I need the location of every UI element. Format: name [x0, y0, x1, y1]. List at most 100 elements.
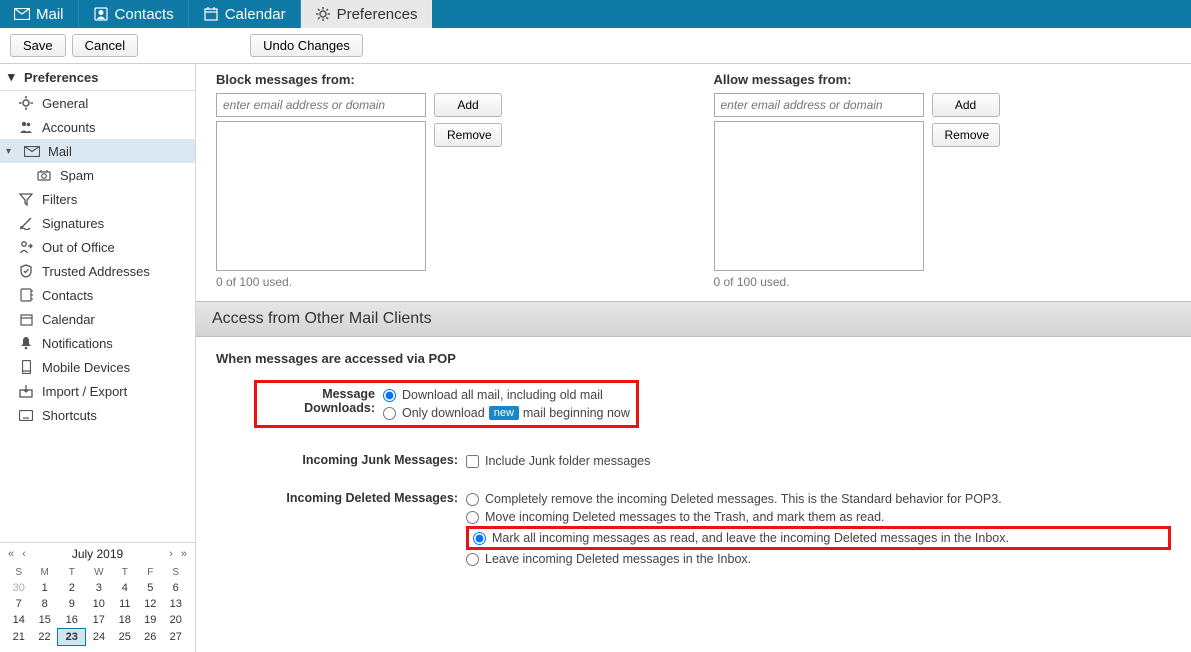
junk-checkbox[interactable]: [466, 455, 479, 468]
tab-calendar-label: Calendar: [225, 6, 286, 23]
new-badge: new: [489, 406, 519, 420]
cal-day[interactable]: 15: [31, 612, 58, 629]
cal-day[interactable]: 21: [6, 629, 31, 646]
allow-remove-button[interactable]: Remove: [932, 123, 1000, 147]
deleted-radio-mark-read[interactable]: [473, 532, 486, 545]
sidebar-item-import[interactable]: Import / Export: [0, 379, 195, 403]
sidebar-item-label: Trusted Addresses: [42, 264, 150, 279]
sidebar-item-accounts[interactable]: Accounts: [0, 115, 195, 139]
block-address-list[interactable]: [216, 121, 426, 271]
import-icon: [18, 383, 34, 399]
junk-opt[interactable]: Include Junk folder messages: [466, 452, 1171, 470]
cal-day[interactable]: 12: [138, 596, 163, 612]
cal-day[interactable]: 5: [138, 580, 163, 596]
cal-day[interactable]: 10: [86, 596, 113, 612]
sidebar-item-label: Mobile Devices: [42, 360, 130, 375]
cal-prev-year[interactable]: «: [6, 548, 16, 560]
preferences-tree-header[interactable]: ▾ Preferences: [0, 64, 195, 91]
sidebar-item-mail[interactable]: ▾Mail: [0, 139, 195, 163]
downloads-radio-all[interactable]: [383, 389, 396, 402]
allow-add-button[interactable]: Add: [932, 93, 1000, 117]
sidebar-item-calendar[interactable]: Calendar: [0, 307, 195, 331]
cal-next-year[interactable]: »: [179, 548, 189, 560]
signatures-icon: [18, 215, 34, 231]
sidebar-item-shortcuts[interactable]: Shortcuts: [0, 403, 195, 427]
cal-next-month[interactable]: ›: [167, 548, 175, 560]
spam-icon: [36, 167, 52, 183]
deleted-opt-mark-read[interactable]: Mark all incoming messages as read, and …: [473, 531, 1164, 545]
tab-preferences[interactable]: Preferences: [301, 0, 433, 28]
tab-mail[interactable]: Mail: [0, 0, 79, 28]
deleted-radio-remove[interactable]: [466, 493, 479, 506]
sidebar-item-notifications[interactable]: Notifications: [0, 331, 195, 355]
calendar-icon: [18, 311, 34, 327]
cal-day[interactable]: 18: [112, 612, 137, 629]
cal-day[interactable]: 2: [58, 580, 86, 596]
ooo-icon: [18, 239, 34, 255]
sidebar-item-ooo[interactable]: Out of Office: [0, 235, 195, 259]
cal-day[interactable]: 1: [31, 580, 58, 596]
cal-day[interactable]: 11: [112, 596, 137, 612]
cal-day[interactable]: 4: [112, 580, 137, 596]
allow-address-input[interactable]: [714, 93, 924, 117]
cal-prev-month[interactable]: ‹: [20, 548, 28, 560]
cal-day[interactable]: 17: [86, 612, 113, 629]
general-icon: [18, 95, 34, 111]
cal-day[interactable]: 26: [138, 629, 163, 646]
deleted-opt-remove[interactable]: Completely remove the incoming Deleted m…: [466, 490, 1171, 508]
cal-day[interactable]: 25: [112, 629, 137, 646]
cal-day[interactable]: 6: [163, 580, 189, 596]
sidebar-item-filters[interactable]: Filters: [0, 187, 195, 211]
deleted-opt-trash[interactable]: Move incoming Deleted messages to the Tr…: [466, 508, 1171, 526]
undo-changes-button[interactable]: Undo Changes: [250, 34, 363, 57]
tab-contacts[interactable]: Contacts: [79, 0, 189, 28]
cal-day[interactable]: 30: [6, 580, 31, 596]
cal-day[interactable]: 16: [58, 612, 86, 629]
cal-day[interactable]: 22: [31, 629, 58, 646]
sidebar-item-general[interactable]: General: [0, 91, 195, 115]
mail-icon: [24, 143, 40, 159]
sidebar-item-contacts[interactable]: Contacts: [0, 283, 195, 307]
sidebar-item-trusted[interactable]: Trusted Addresses: [0, 259, 195, 283]
deleted-radio-leave[interactable]: [466, 553, 479, 566]
cal-dow-header: T: [112, 565, 137, 580]
cal-day[interactable]: 9: [58, 596, 86, 612]
downloads-opt-all[interactable]: Download all mail, including old mail: [383, 386, 630, 404]
cal-day[interactable]: 3: [86, 580, 113, 596]
sidebar-item-signatures[interactable]: Signatures: [0, 211, 195, 235]
cal-grid: SMTWTFS 30123456789101112131415161718192…: [6, 565, 189, 646]
cal-dow-header: S: [163, 565, 189, 580]
deleted-label: Incoming Deleted Messages:: [216, 490, 466, 505]
allow-address-list[interactable]: [714, 121, 924, 271]
deleted-opt-leave[interactable]: Leave incoming Deleted messages in the I…: [466, 550, 1171, 568]
block-messages-panel: Block messages from: 0 of 100 used. Add …: [216, 72, 674, 289]
cal-day[interactable]: 13: [163, 596, 189, 612]
block-remove-button[interactable]: Remove: [434, 123, 502, 147]
cal-day[interactable]: 24: [86, 629, 113, 646]
cal-day[interactable]: 20: [163, 612, 189, 629]
save-button[interactable]: Save: [10, 34, 66, 57]
block-address-input[interactable]: [216, 93, 426, 117]
cal-day[interactable]: 8: [31, 596, 58, 612]
block-add-button[interactable]: Add: [434, 93, 502, 117]
deleted-radio-trash[interactable]: [466, 511, 479, 524]
cal-dow-header: M: [31, 565, 58, 580]
cal-day[interactable]: 19: [138, 612, 163, 629]
sidebar-item-mobile[interactable]: Mobile Devices: [0, 355, 195, 379]
cal-dow-header: F: [138, 565, 163, 580]
sidebar-item-spam[interactable]: Spam: [0, 163, 195, 187]
cal-day[interactable]: 23: [58, 629, 86, 646]
cal-dow-header: W: [86, 565, 113, 580]
accounts-icon: [18, 119, 34, 135]
cancel-button[interactable]: Cancel: [72, 34, 138, 57]
cal-day[interactable]: 14: [6, 612, 31, 629]
tab-calendar[interactable]: Calendar: [189, 0, 301, 28]
sidebar-item-label: Accounts: [42, 120, 95, 135]
downloads-radio-new[interactable]: [383, 407, 396, 420]
cal-day[interactable]: 7: [6, 596, 31, 612]
block-usage: 0 of 100 used.: [216, 275, 426, 289]
cal-day[interactable]: 27: [163, 629, 189, 646]
cal-dow-header: T: [58, 565, 86, 580]
mobile-icon: [18, 359, 34, 375]
downloads-opt-new[interactable]: Only download new mail beginning now: [383, 404, 630, 422]
